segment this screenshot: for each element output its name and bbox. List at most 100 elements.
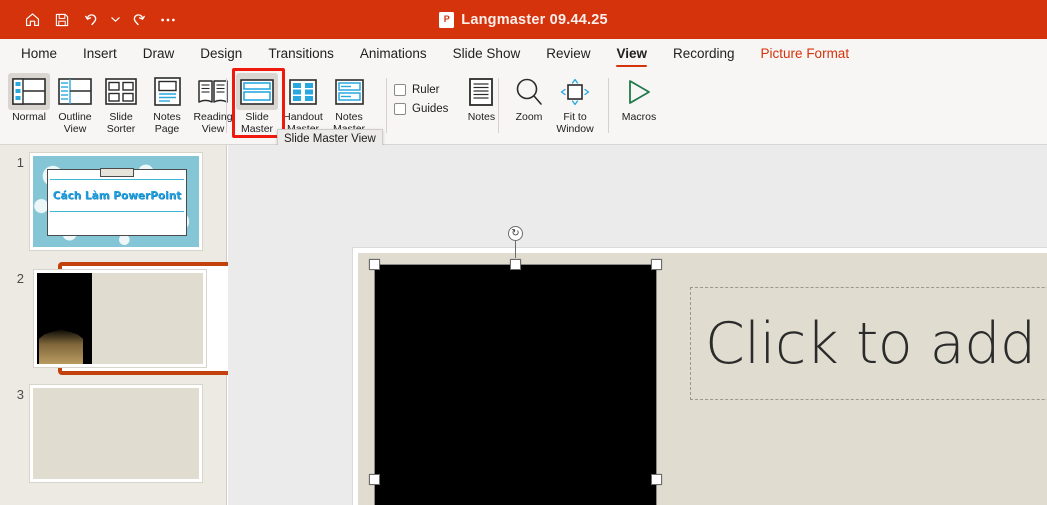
resize-handle-top-center[interactable] xyxy=(510,259,521,270)
ribbon-tabs: Home Insert Draw Design Transitions Anim… xyxy=(0,39,1047,68)
ribbon-button-outline-view[interactable]: Outline View xyxy=(52,68,98,135)
ribbon-button-notes-page[interactable]: Notes Page xyxy=(144,68,190,135)
ribbon-button-macros[interactable]: Macros xyxy=(616,68,662,124)
notes-master-icon xyxy=(334,73,364,110)
normal-view-icon xyxy=(8,73,50,110)
thumbnail-preview[interactable] xyxy=(34,270,206,367)
ribbon-button-label: Notes xyxy=(467,111,496,123)
ribbon-button-handout-master[interactable]: Handout Master xyxy=(280,68,326,135)
tab-label: View xyxy=(616,46,647,61)
thumbnail-frame[interactable]: Cách Làm PowerPoint xyxy=(30,153,206,252)
resize-handle-top-left[interactable] xyxy=(369,259,380,270)
tab-transitions[interactable]: Transitions xyxy=(255,39,347,68)
thumbnail-slide-3[interactable]: 3 xyxy=(0,385,227,484)
tab-animations[interactable]: Animations xyxy=(347,39,440,68)
macros-icon xyxy=(625,73,653,110)
more-options-icon[interactable] xyxy=(154,6,182,34)
thumbnail-title-text: Cách Làm PowerPoint xyxy=(52,189,182,202)
resize-handle-middle-right[interactable] xyxy=(651,474,662,485)
thumbnail-frame[interactable] xyxy=(30,262,238,375)
powerpoint-window: P Langmaster 09.44.25 Home Insert Draw D… xyxy=(0,0,1047,505)
home-icon[interactable] xyxy=(18,6,46,34)
slide-surface[interactable]: Click to add title xyxy=(358,253,1047,505)
slide-editing-workspace: Click to add title ↻ xyxy=(228,145,1047,505)
ribbon-button-notes-master[interactable]: Notes Master xyxy=(326,68,372,135)
group-show: Ruler Guides Notes xyxy=(394,68,504,144)
tab-draw[interactable]: Draw xyxy=(130,39,188,68)
undo-icon[interactable] xyxy=(78,6,106,34)
checkbox-ruler[interactable]: Ruler xyxy=(394,84,448,96)
title-placeholder[interactable]: Click to add title xyxy=(690,287,1047,400)
ribbon-button-zoom[interactable]: Zoom xyxy=(506,68,552,124)
resize-handle-middle-left[interactable] xyxy=(369,474,380,485)
ribbon: Normal Outline View Slide Sorter Notes P… xyxy=(0,68,1047,145)
thumbnail-slide-1[interactable]: 1 Cách Làm PowerPoint xyxy=(0,153,227,252)
ribbon-button-label: Notes Page xyxy=(153,111,181,135)
tab-insert[interactable]: Insert xyxy=(70,39,130,68)
ribbon-button-slide-master[interactable]: Slide Master xyxy=(234,68,280,135)
thumbnail-slide-2[interactable]: 2 xyxy=(0,262,238,375)
title-slide-band: Cách Làm PowerPoint xyxy=(50,179,184,212)
tab-slide-show[interactable]: Slide Show xyxy=(440,39,534,68)
title-slide-tab-shape xyxy=(100,168,134,177)
checkbox-label: Ruler xyxy=(412,84,440,96)
ribbon-button-fit-to-window[interactable]: Fit to Window xyxy=(552,68,598,135)
tab-label: Review xyxy=(546,46,591,61)
group-macros: Macros xyxy=(616,68,662,144)
powerpoint-icon: P xyxy=(439,11,455,28)
thumbnail-preview[interactable]: Cách Làm PowerPoint xyxy=(30,153,202,250)
tab-label: Animations xyxy=(359,46,427,61)
tab-home[interactable]: Home xyxy=(8,39,70,68)
slide-picture[interactable] xyxy=(374,264,657,505)
checkbox-label: Guides xyxy=(412,103,449,115)
checkbox-guides[interactable]: Guides xyxy=(394,103,448,115)
ribbon-button-label: Normal xyxy=(12,111,46,123)
tab-view[interactable]: View xyxy=(603,39,660,68)
tab-label: Insert xyxy=(83,46,117,61)
ribbon-button-label: Slide Sorter xyxy=(106,111,136,135)
slide-number: 2 xyxy=(16,271,24,286)
ribbon-button-label: Fit to Window xyxy=(556,111,594,135)
tab-label: Slide Show xyxy=(452,46,521,61)
thumbnail-frame[interactable] xyxy=(30,385,206,484)
tab-picture-format[interactable]: Picture Format xyxy=(748,39,863,68)
slide-sorter-icon xyxy=(105,73,137,110)
ribbon-button-normal[interactable]: Normal xyxy=(6,68,52,124)
rotation-handle-stem xyxy=(515,240,516,258)
group-zoom: Zoom Fit to Window xyxy=(506,68,598,144)
ribbon-separator xyxy=(386,78,387,133)
tab-design[interactable]: Design xyxy=(187,39,255,68)
tab-recording[interactable]: Recording xyxy=(660,39,748,68)
fit-to-window-icon xyxy=(560,73,590,110)
tab-label: Transitions xyxy=(268,46,334,61)
redo-icon[interactable] xyxy=(124,6,152,34)
slide-thumbnail-pane[interactable]: 1 Cách Làm PowerPoint 2 3 xyxy=(0,145,238,505)
ribbon-button-label: Slide Master xyxy=(240,111,274,135)
thumbnail-preview[interactable] xyxy=(30,385,202,482)
slide-canvas[interactable]: Click to add title ↻ xyxy=(352,226,1047,505)
tab-review[interactable]: Review xyxy=(533,39,603,68)
group-presentation-views: Normal Outline View Slide Sorter Notes P… xyxy=(6,68,236,144)
tab-label: Home xyxy=(21,46,58,61)
ribbon-button-reading-view[interactable]: Reading View xyxy=(190,68,236,135)
ribbon-separator xyxy=(226,78,227,133)
handout-master-icon xyxy=(289,73,317,110)
ribbon-separator xyxy=(498,78,499,133)
ribbon-button-slide-sorter[interactable]: Slide Sorter xyxy=(98,68,144,135)
resize-handle-top-right[interactable] xyxy=(651,259,662,270)
show-checkbox-list: Ruler Guides xyxy=(394,68,448,115)
guides-checkbox-box[interactable] xyxy=(394,103,406,115)
notes-page-icon xyxy=(153,73,182,110)
title-bar: P Langmaster 09.44.25 xyxy=(0,0,1047,39)
notes-icon xyxy=(469,73,494,110)
save-icon[interactable] xyxy=(48,6,76,34)
tab-label: Recording xyxy=(673,46,735,61)
tab-label: Picture Format xyxy=(760,46,850,61)
outline-view-icon xyxy=(58,73,92,110)
slide-master-icon xyxy=(236,73,278,110)
ruler-checkbox-box[interactable] xyxy=(394,84,406,96)
tab-label: Draw xyxy=(142,46,175,61)
undo-dropdown-icon[interactable] xyxy=(108,7,122,33)
rotation-handle[interactable]: ↻ xyxy=(508,226,523,241)
zoom-icon xyxy=(514,73,544,110)
